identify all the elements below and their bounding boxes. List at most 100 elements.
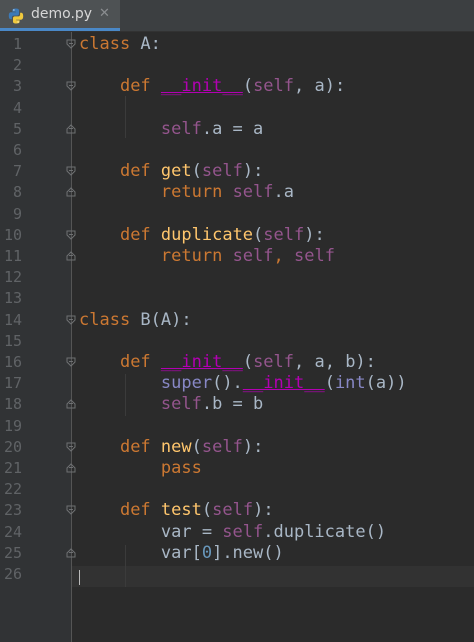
code-token: return (160, 182, 223, 203)
code-token: var[ (79, 542, 202, 563)
line-number: 5 (12, 119, 22, 138)
code-line[interactable]: def new(self): (79, 437, 263, 458)
code-token: B(A): (130, 309, 192, 330)
code-token: A: (130, 34, 161, 54)
line-number: 16 (3, 353, 22, 371)
code-token: def (119, 352, 151, 372)
code-token: __init__ (160, 352, 243, 372)
python-file-icon (8, 8, 24, 24)
fold-end-icon[interactable] (66, 463, 76, 473)
fold-end-icon[interactable] (66, 399, 76, 409)
code-line[interactable]: self.b = b (79, 394, 263, 415)
line-number: 17 (3, 374, 22, 393)
fold-collapse-icon[interactable] (66, 315, 76, 325)
code-token: .b = b (201, 394, 264, 415)
line-number: 21 (3, 459, 22, 477)
code-token: def (119, 76, 151, 97)
code-token: class (79, 34, 131, 54)
code-line[interactable]: var[0].new() (79, 543, 284, 564)
code-token: self (253, 352, 295, 372)
line-number: 11 (3, 247, 22, 265)
fold-collapse-icon[interactable] (66, 442, 76, 452)
code-token: ( (242, 76, 254, 97)
fold-end-icon[interactable] (66, 251, 76, 261)
code-token: , a, b): (294, 352, 376, 372)
fold-end-icon[interactable] (66, 124, 76, 134)
code-token: def (119, 224, 151, 245)
line-number: 1 (12, 35, 22, 53)
code-token: var = (79, 521, 223, 542)
code-line[interactable]: def test(self): (79, 500, 274, 521)
fold-collapse-icon[interactable] (66, 166, 76, 176)
code-token: .a (273, 182, 294, 203)
code-line[interactable]: var = self.duplicate() (79, 522, 386, 543)
code-line[interactable]: super().__init__(int(a)) (79, 373, 407, 394)
fold-collapse-icon[interactable] (66, 505, 76, 516)
tab-demo-py[interactable]: demo.py ✕ (0, 0, 120, 31)
code-line[interactable]: def get(self): (79, 161, 263, 182)
fold-end-icon[interactable] (66, 548, 76, 558)
line-number: 22 (3, 480, 22, 499)
fold-end-icon[interactable] (66, 187, 76, 197)
code-line[interactable]: def duplicate(self): (79, 225, 325, 246)
line-number: 13 (3, 289, 22, 308)
fold-collapse-icon[interactable] (66, 81, 76, 92)
code-token: ( (191, 436, 202, 457)
code-token: return (160, 246, 223, 266)
code-line[interactable]: pass (79, 458, 202, 479)
code-token: ( (324, 373, 335, 394)
current-line-highlight (72, 566, 474, 587)
code-token: ].new() (212, 542, 284, 563)
code-token: self (294, 246, 335, 266)
code-line[interactable]: return self.a (79, 182, 294, 203)
line-number: 12 (3, 268, 22, 287)
close-icon[interactable]: ✕ (99, 6, 110, 21)
fold-collapse-icon[interactable] (66, 39, 76, 49)
line-number: 3 (12, 77, 22, 96)
line-number: 14 (3, 310, 22, 329)
code-line[interactable]: class B(A): (79, 310, 192, 331)
code-line[interactable]: def __init__(self, a, b): (79, 352, 376, 373)
code-token: .duplicate() (263, 521, 387, 542)
code-token: self (212, 500, 254, 521)
code-token: ( (201, 500, 213, 521)
line-number: 15 (3, 331, 22, 350)
text-caret (79, 570, 80, 585)
code-token: ): (242, 161, 264, 182)
code-token: self (232, 246, 274, 266)
code-line[interactable]: def __init__(self, a): (79, 76, 345, 97)
code-line[interactable]: self.a = a (79, 119, 263, 140)
fold-collapse-icon[interactable] (66, 230, 76, 240)
line-number: 24 (3, 522, 22, 541)
fold-collapse-icon[interactable] (66, 357, 76, 367)
code-token: def (119, 436, 151, 457)
code-token: def (119, 500, 151, 521)
code-token: (a)) (365, 373, 407, 394)
code-token: super (160, 373, 213, 394)
code-token: self (160, 118, 202, 139)
code-token: self (263, 224, 305, 245)
code-token: ( (242, 352, 254, 372)
code-token: ): (253, 500, 274, 521)
code-token: self (201, 161, 243, 182)
code-token: ( (191, 161, 202, 182)
tab-filename: demo.py (31, 6, 93, 22)
code-token: self (253, 76, 295, 97)
code-token: 0 (201, 542, 213, 563)
code-line[interactable]: class A: (79, 34, 161, 55)
line-number: 2 (12, 56, 22, 75)
code-line[interactable]: return self, self (79, 246, 335, 267)
line-number: 10 (3, 225, 22, 244)
line-number: 23 (3, 501, 22, 520)
line-number: 19 (3, 416, 22, 435)
